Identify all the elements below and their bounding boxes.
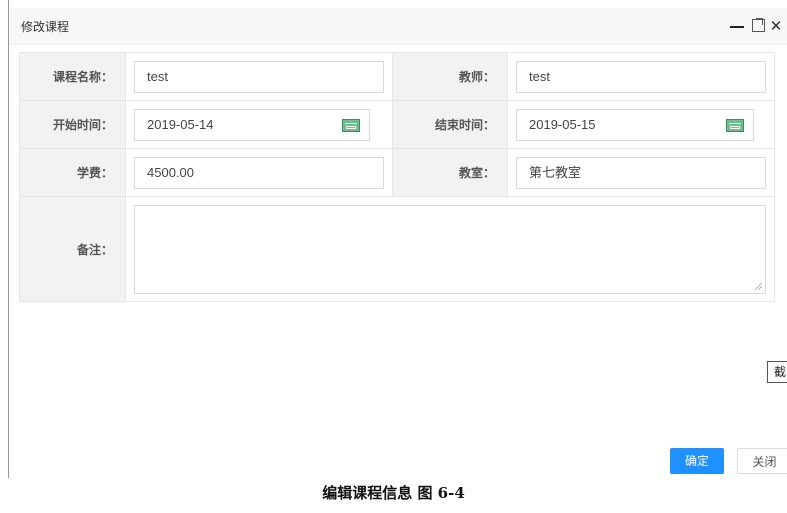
classroom-input[interactable]: 第七教室 bbox=[516, 156, 766, 189]
teacher-label: 教师： bbox=[392, 52, 508, 101]
maximize-arrow-icon bbox=[756, 18, 763, 25]
remark-label: 备注： bbox=[19, 196, 126, 302]
close-button[interactable]: 关闭 bbox=[737, 448, 787, 474]
maximize-button[interactable] bbox=[749, 16, 767, 36]
teacher-input[interactable]: test bbox=[516, 60, 766, 93]
minimize-icon bbox=[730, 26, 744, 28]
calendar-icon[interactable] bbox=[726, 118, 744, 132]
close-icon[interactable]: ✕ bbox=[768, 16, 784, 36]
confirm-button[interactable]: 确定 bbox=[670, 448, 724, 474]
figure-caption: 编辑课程信息 图 6-4 bbox=[322, 484, 465, 502]
dialog-title: 修改课程 bbox=[21, 20, 70, 34]
resize-grip-icon[interactable] bbox=[755, 282, 762, 290]
course-form: 课程名称： test 教师： test 开始时间： 2019-05-14 结束时… bbox=[19, 52, 775, 302]
edit-course-dialog: 修改课程 ✕ 课程名称： test 教师： test 开始时间： 2019-05… bbox=[9, 8, 787, 474]
calendar-icon[interactable] bbox=[342, 118, 360, 132]
course-name-input[interactable]: test bbox=[134, 60, 384, 93]
start-time-label: 开始时间： bbox=[19, 100, 126, 149]
minimize-button[interactable] bbox=[727, 16, 747, 36]
end-time-input[interactable]: 2019-05-15 bbox=[516, 108, 754, 141]
remark-textarea[interactable] bbox=[134, 204, 766, 294]
end-time-value: 2019-05-15 bbox=[529, 116, 596, 132]
start-time-value: 2019-05-14 bbox=[147, 116, 214, 132]
tuition-input[interactable]: 4500.00 bbox=[134, 156, 384, 189]
dialog-titlebar: 修改课程 ✕ bbox=[9, 8, 787, 45]
tuition-label: 学费： bbox=[19, 148, 126, 197]
start-time-input[interactable]: 2019-05-14 bbox=[134, 108, 370, 141]
course-name-label: 课程名称： bbox=[19, 52, 126, 101]
end-time-label: 结束时间： bbox=[392, 100, 508, 149]
screenshot-button[interactable]: 截 bbox=[767, 361, 787, 383]
classroom-label: 教室： bbox=[392, 148, 508, 197]
